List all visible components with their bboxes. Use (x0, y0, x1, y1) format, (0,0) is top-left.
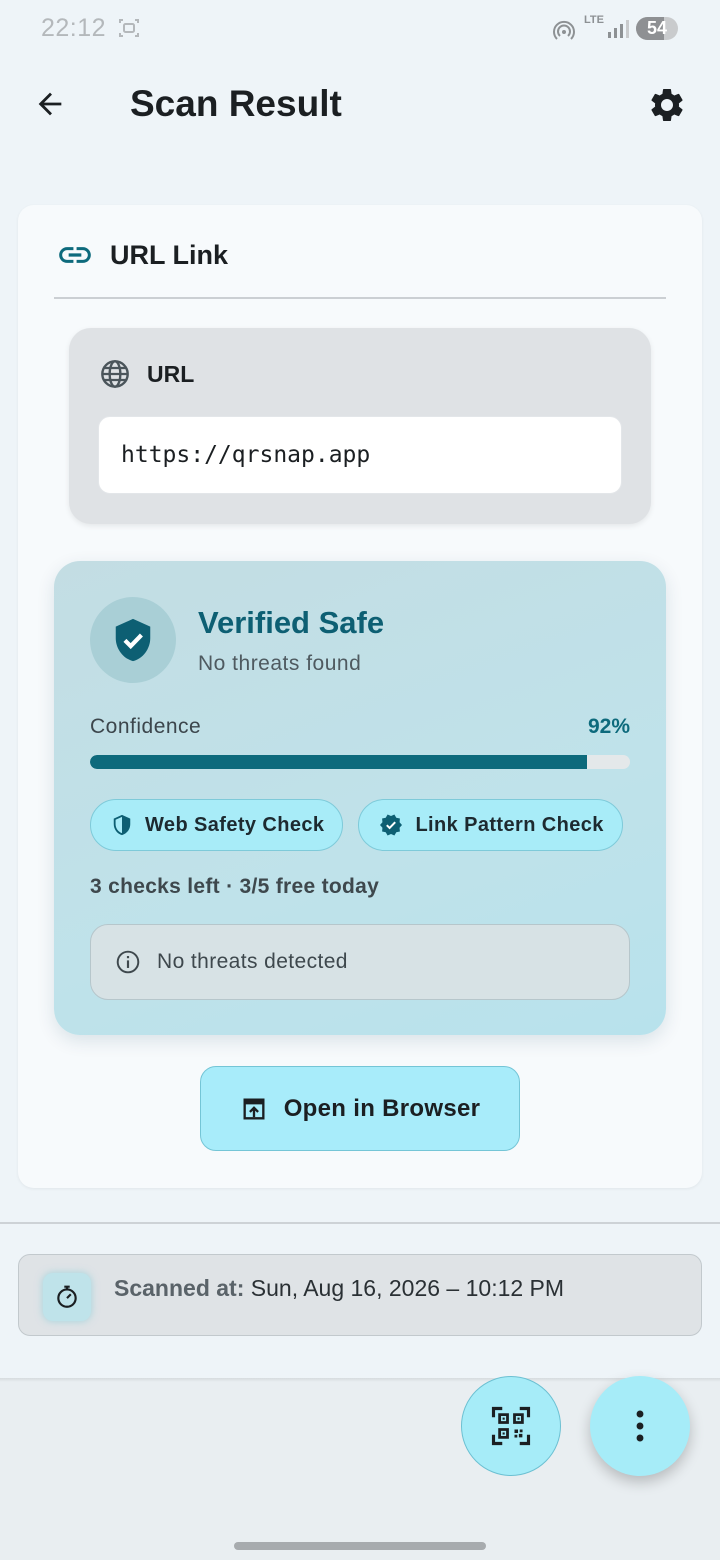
verdict-title: Verified Safe (198, 605, 385, 640)
info-icon (116, 950, 140, 974)
threat-status-text: No threats detected (157, 950, 348, 973)
signal-icon (608, 20, 629, 38)
content-type-title: URL Link (110, 239, 229, 270)
url-section: URL https://qrsnap.app (69, 328, 651, 524)
scan-time-value: Sun, Aug 16, 2026 – 10:12 PM (250, 1275, 565, 1301)
chip-label: Web Safety Check (145, 813, 325, 836)
page-title: Scan Result (130, 83, 342, 124)
status-bar: 22:12 LTE 54 (0, 0, 720, 60)
confidence-bar-fill (90, 755, 587, 769)
shield-check-icon (115, 618, 151, 662)
screenshot-icon (119, 19, 139, 37)
open-in-browser-label: Open in Browser (283, 1094, 481, 1122)
section-divider (0, 1222, 720, 1224)
shield-icon (113, 814, 131, 836)
scan-timestamp: Scanned at: Sun, Aug 16, 2026 – 10:12 PM (18, 1254, 702, 1336)
link-icon (59, 247, 91, 263)
confidence-bar (90, 755, 630, 769)
verdict-subtitle: No threats found (198, 652, 362, 675)
back-button[interactable] (22, 80, 78, 128)
shield-badge (90, 597, 176, 683)
url-label-row: URL (99, 358, 194, 390)
url-value-field[interactable]: https://qrsnap.app (98, 416, 622, 494)
header-divider (54, 297, 666, 299)
verified-badge-icon (380, 814, 403, 836)
chip-link-pattern-check[interactable]: Link Pattern Check (358, 799, 623, 851)
content-type-header: URL Link (56, 235, 228, 275)
settings-button[interactable] (640, 78, 694, 132)
scan-qr-fab[interactable] (461, 1376, 561, 1476)
qr-scan-icon (491, 1406, 531, 1446)
chip-web-safety-check[interactable]: Web Safety Check (90, 799, 344, 851)
confidence-value: 92% (587, 715, 630, 738)
open-in-browser-button[interactable]: Open in Browser (200, 1066, 520, 1151)
globe-icon (101, 360, 129, 388)
chip-label: Link Pattern Check (415, 813, 604, 836)
bottom-surface-edge (0, 1378, 720, 1382)
home-indicator[interactable] (234, 1542, 486, 1550)
back-arrow-icon (38, 92, 62, 116)
battery-indicator: 54 (636, 17, 678, 40)
gear-icon (651, 88, 683, 121)
confidence-label: Confidence (90, 715, 202, 738)
timer-badge (43, 1273, 91, 1321)
scan-result-screen: 22:12 LTE 54 Scan Result URL Link URL ht… (0, 0, 720, 1560)
more-vert-icon (636, 1410, 644, 1442)
open-in-new-icon (243, 1098, 265, 1119)
more-options-fab[interactable] (590, 1376, 690, 1476)
network-type: LTE (584, 14, 604, 26)
battery-level: 54 (646, 18, 668, 38)
safety-panel: Verified Safe No threats found Confidenc… (54, 561, 666, 1035)
threat-status-box: No threats detected (90, 924, 630, 1000)
scan-time-label: Scanned at: (114, 1275, 245, 1301)
check-chips: Web Safety Check Link Pattern Check (90, 799, 623, 851)
checks-remaining: 3 checks left · 3/5 free today (90, 875, 380, 898)
app-bar: Scan Result (0, 60, 720, 148)
scan-time-text: Scanned at: Sun, Aug 16, 2026 – 10:12 PM (114, 1275, 564, 1302)
hotspot-icon (553, 20, 575, 40)
result-card: URL Link URL https://qrsnap.app Verified… (18, 205, 702, 1188)
url-label: URL (147, 360, 195, 387)
timer-icon (57, 1285, 77, 1308)
status-time: 22:12 (41, 14, 107, 42)
